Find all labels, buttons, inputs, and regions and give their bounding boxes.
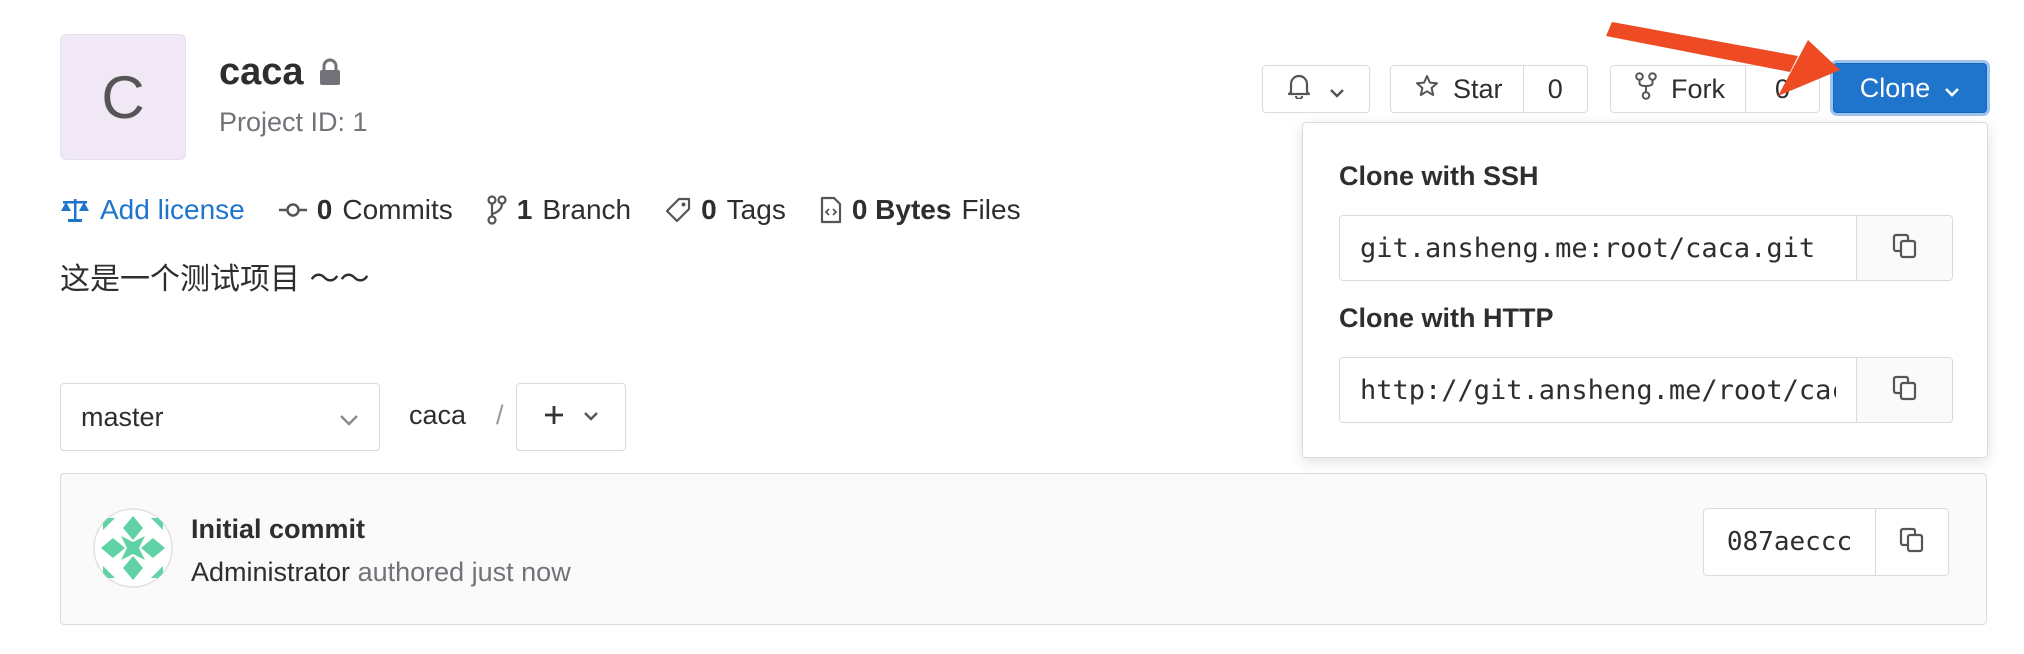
plus-icon [543,404,565,431]
fork-label: Fork [1671,73,1725,104]
chevron-down-icon [1329,74,1345,105]
project-description: 这是一个测试项目 ～～ [60,262,370,297]
branch-icon [487,195,507,225]
tags-label: Tags [726,194,786,225]
commits-count: 0 [316,194,333,225]
branch-name: master [81,401,164,432]
chevron-down-icon [339,402,359,433]
project-avatar-letter: C [101,63,145,131]
branch-count: 1 [516,194,533,225]
commits-link[interactable]: 0 Commits [278,194,453,226]
scale-icon [60,197,90,223]
breadcrumb-root[interactable]: caca [409,400,466,431]
star-button-group: Star 0 [1390,65,1588,113]
add-license-label: Add license [100,194,245,225]
copy-icon [1891,374,1919,407]
lock-icon [318,58,342,86]
clone-label: Clone [1859,72,1931,103]
project-name[interactable]: caca [219,51,304,94]
project-id: Project ID: 1 [219,107,368,137]
star-icon [1415,74,1439,105]
commit-time: authored just now [357,557,571,587]
last-commit-box: Initial commit Administrator authored ju… [60,473,1987,625]
tag-icon [665,197,691,223]
fork-icon [1635,71,1657,107]
star-count[interactable]: 0 [1524,74,1587,105]
notification-button[interactable] [1262,65,1370,113]
commit-sha-group: 087aeccc [1703,508,1949,576]
copy-ssh-button[interactable] [1856,216,1952,280]
clone-ssh-label: Clone with SSH [1339,161,1539,191]
branch-label: Branch [542,194,632,225]
fork-button[interactable]: Fork [1611,66,1746,112]
clone-ssh-input[interactable] [1340,216,1856,280]
add-license-link[interactable]: Add license [60,194,245,226]
fork-count[interactable]: 0 [1746,74,1819,105]
commit-meta: Administrator authored just now [191,557,571,588]
commit-title[interactable]: Initial commit [191,514,365,545]
project-title: caca [219,50,342,94]
project-avatar: C [60,34,186,160]
clone-http-input[interactable] [1340,358,1856,422]
clone-http-field [1339,357,1953,423]
copy-http-button[interactable] [1856,358,1952,422]
commit-sha[interactable]: 087aeccc [1704,509,1876,575]
author-avatar[interactable] [93,508,173,588]
path-breadcrumb: caca / [409,400,504,431]
copy-icon [1891,232,1919,265]
chevron-down-icon [583,408,599,426]
files-size: 0 Bytes [851,194,952,225]
commit-author[interactable]: Administrator [191,557,350,587]
clone-ssh-field [1339,215,1953,281]
tags-link[interactable]: 0 Tags [665,194,786,226]
branches-link[interactable]: 1 Branch [487,194,631,226]
star-label: Star [1453,73,1503,104]
chevron-down-icon [1944,73,1960,104]
branch-dropdown[interactable]: master [60,383,380,451]
add-file-dropdown[interactable] [516,383,626,451]
breadcrumb-separator: / [496,400,504,430]
clone-http-label: Clone with HTTP [1339,303,1554,333]
file-code-icon [820,196,842,224]
project-stats: Add license 0 Commits 1 Branch 0 Tags 0 … [60,190,1021,230]
clone-button[interactable]: Clone [1833,63,1987,113]
files-link[interactable]: 0 Bytes Files [820,194,1021,226]
copy-icon [1898,526,1926,559]
clone-dropdown: Clone with SSH Clone with HTTP [1302,122,1988,458]
tags-count: 0 [701,194,717,225]
project-page: C caca Project ID: 1 Add license 0 Commi… [0,0,2024,654]
bell-icon [1287,73,1311,106]
copy-sha-button[interactable] [1876,509,1948,575]
commits-label: Commits [342,194,453,225]
files-label: Files [961,194,1021,225]
commit-icon [278,200,307,220]
star-button[interactable]: Star [1391,66,1524,112]
fork-button-group: Fork 0 [1610,65,1820,113]
